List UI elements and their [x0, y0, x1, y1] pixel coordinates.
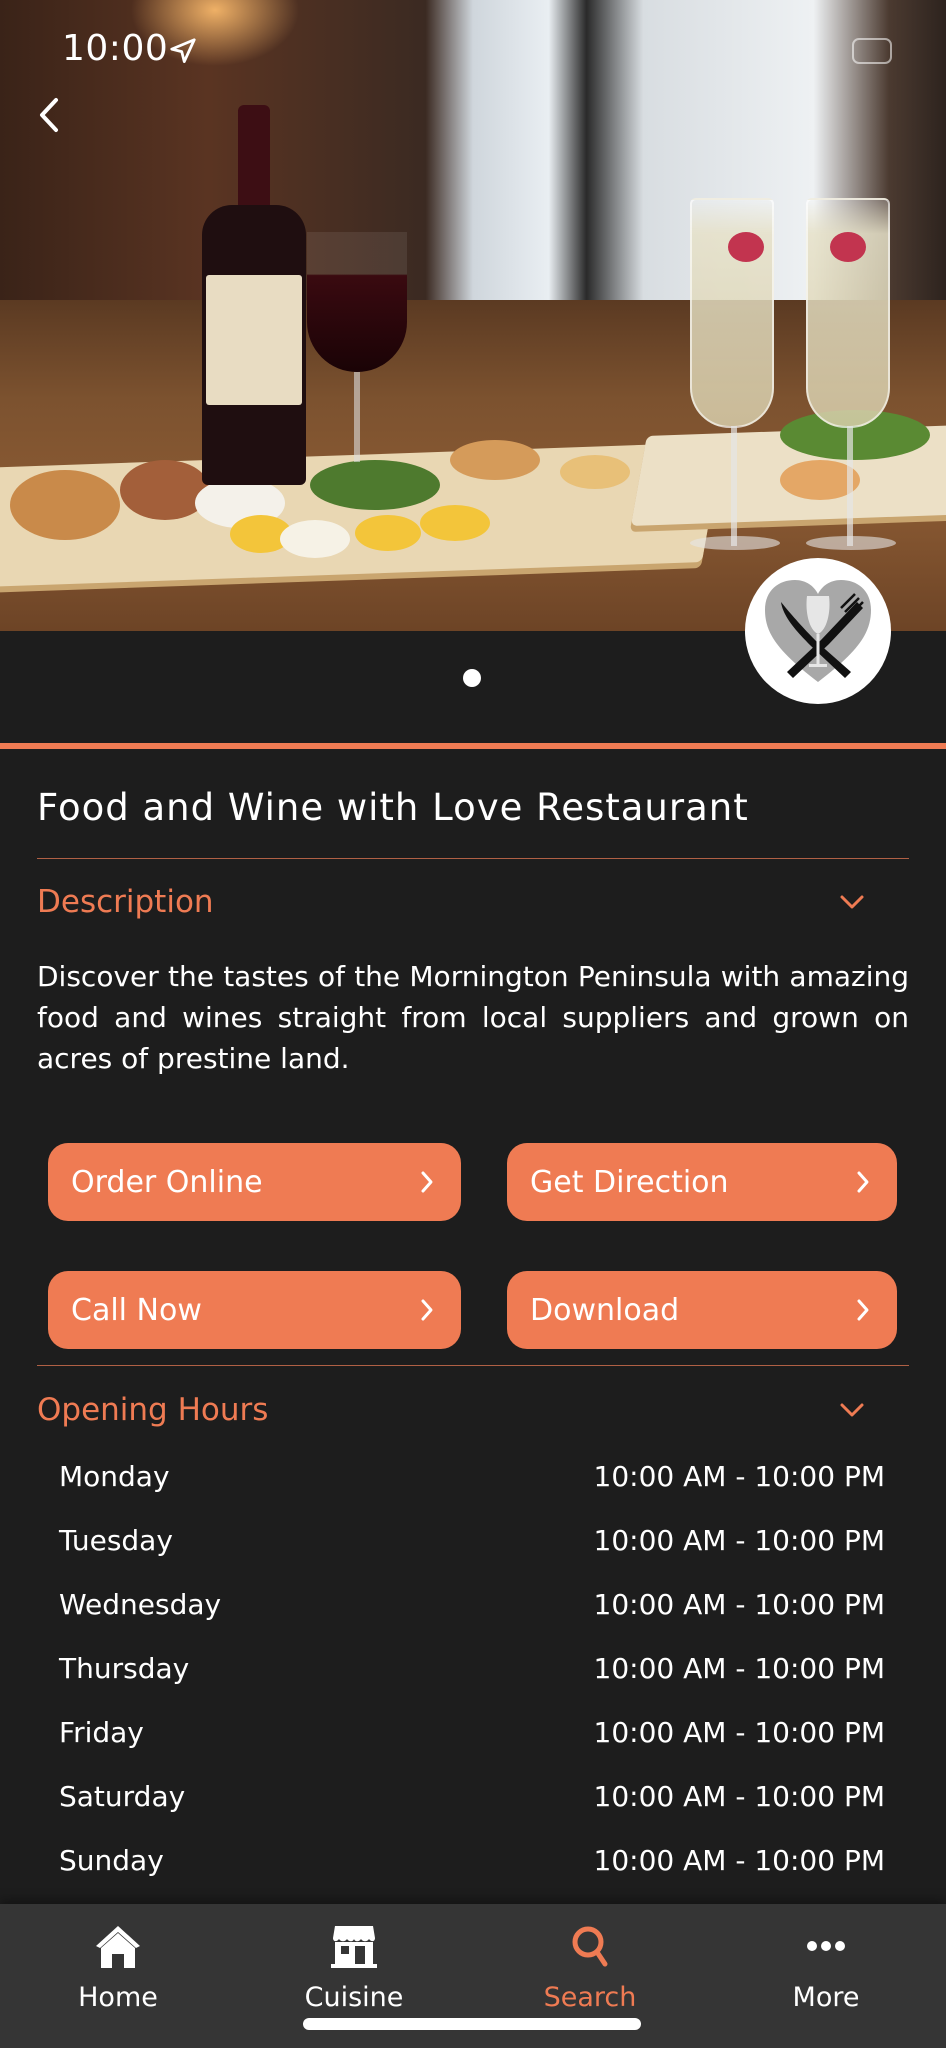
hours-row: Thursday 10:00 AM - 10:00 PM — [59, 1652, 885, 1692]
raspberry — [728, 232, 764, 262]
opening-hours-heading[interactable]: Opening Hours — [37, 1392, 268, 1428]
button-label: Get Direction — [530, 1164, 729, 1200]
chevron-right-icon — [421, 1171, 433, 1193]
hours-row: Tuesday 10:00 AM - 10:00 PM — [59, 1524, 885, 1564]
hours-value: 10:00 AM - 10:00 PM — [593, 1844, 885, 1877]
day-label: Monday — [59, 1460, 170, 1493]
food-item — [310, 460, 440, 510]
flute-stem — [847, 426, 853, 546]
raspberry — [830, 232, 866, 262]
home-icon — [96, 1926, 140, 1968]
button-label: Download — [530, 1292, 680, 1328]
flute-foot — [806, 536, 896, 550]
chevron-down-icon[interactable] — [838, 892, 866, 912]
hours-row: Friday 10:00 AM - 10:00 PM — [59, 1716, 885, 1756]
download-button[interactable]: Download — [507, 1271, 897, 1349]
flute-stem — [731, 426, 737, 546]
divider — [37, 858, 909, 859]
day-label: Friday — [59, 1716, 144, 1749]
get-direction-button[interactable]: Get Direction — [507, 1143, 897, 1221]
day-label: Thursday — [59, 1652, 190, 1685]
status-time: 10:00 — [62, 28, 169, 69]
food-item — [280, 520, 350, 558]
storefront-icon — [331, 1926, 377, 1968]
day-label: Saturday — [59, 1780, 186, 1813]
flute-foot — [690, 536, 780, 550]
chevron-right-icon — [857, 1171, 869, 1193]
order-online-button[interactable]: Order Online — [48, 1143, 461, 1221]
hours-value: 10:00 AM - 10:00 PM — [593, 1460, 885, 1493]
home-indicator[interactable] — [303, 2018, 641, 2030]
tab-label: More — [792, 1982, 860, 2013]
food-item — [420, 505, 490, 541]
glass-stem — [354, 372, 360, 462]
chevron-right-icon — [421, 1299, 433, 1321]
tab-more[interactable]: More — [708, 1904, 944, 2024]
day-label: Wednesday — [59, 1588, 222, 1621]
search-icon — [572, 1926, 608, 1967]
button-label: Order Online — [71, 1164, 263, 1200]
champagne-flute — [690, 198, 774, 428]
button-label: Call Now — [71, 1292, 202, 1328]
call-now-button[interactable]: Call Now — [48, 1271, 461, 1349]
description-text: Discover the tastes of the Mornington Pe… — [37, 960, 909, 1075]
hero-image[interactable] — [0, 0, 946, 631]
day-label: Sunday — [59, 1844, 164, 1877]
hours-row: Sunday 10:00 AM - 10:00 PM — [59, 1844, 885, 1884]
tab-label: Search — [543, 1982, 637, 2013]
location-arrow-icon — [170, 38, 196, 63]
battery-icon — [852, 38, 892, 64]
carousel-page-indicator[interactable] — [463, 669, 481, 687]
chevron-left-icon — [40, 98, 58, 132]
chevron-right-icon — [857, 1299, 869, 1321]
tab-cuisine[interactable]: Cuisine — [236, 1904, 472, 2024]
day-label: Tuesday — [59, 1524, 173, 1557]
hours-value: 10:00 AM - 10:00 PM — [593, 1588, 885, 1621]
accent-divider — [0, 743, 946, 749]
more-dots-icon — [807, 1941, 845, 1951]
hours-row: Saturday 10:00 AM - 10:00 PM — [59, 1780, 885, 1820]
hours-value: 10:00 AM - 10:00 PM — [593, 1780, 885, 1813]
restaurant-logo — [745, 558, 891, 704]
tab-home[interactable]: Home — [0, 1904, 236, 2024]
hours-value: 10:00 AM - 10:00 PM — [593, 1716, 885, 1749]
description-heading[interactable]: Description — [37, 884, 214, 920]
heart-cutlery-wine-logo — [765, 580, 871, 682]
hours-row: Wednesday 10:00 AM - 10:00 PM — [59, 1588, 885, 1628]
food-item — [560, 455, 630, 489]
tab-search[interactable]: Search — [472, 1904, 708, 2024]
chevron-down-icon[interactable] — [838, 1400, 866, 1420]
restaurant-name: Food and Wine with Love Restaurant — [37, 786, 749, 829]
hours-value: 10:00 AM - 10:00 PM — [593, 1524, 885, 1557]
food-item — [450, 440, 540, 480]
tab-label: Cuisine — [304, 1982, 404, 2013]
food-item — [355, 515, 421, 551]
divider — [37, 1365, 909, 1366]
back-button[interactable] — [30, 92, 66, 138]
hours-value: 10:00 AM - 10:00 PM — [593, 1652, 885, 1685]
tab-label: Home — [78, 1982, 158, 2013]
food-item — [10, 470, 120, 540]
wine-bottle — [202, 105, 306, 485]
hours-row: Monday 10:00 AM - 10:00 PM — [59, 1460, 885, 1500]
red-wine-glass — [307, 232, 407, 372]
